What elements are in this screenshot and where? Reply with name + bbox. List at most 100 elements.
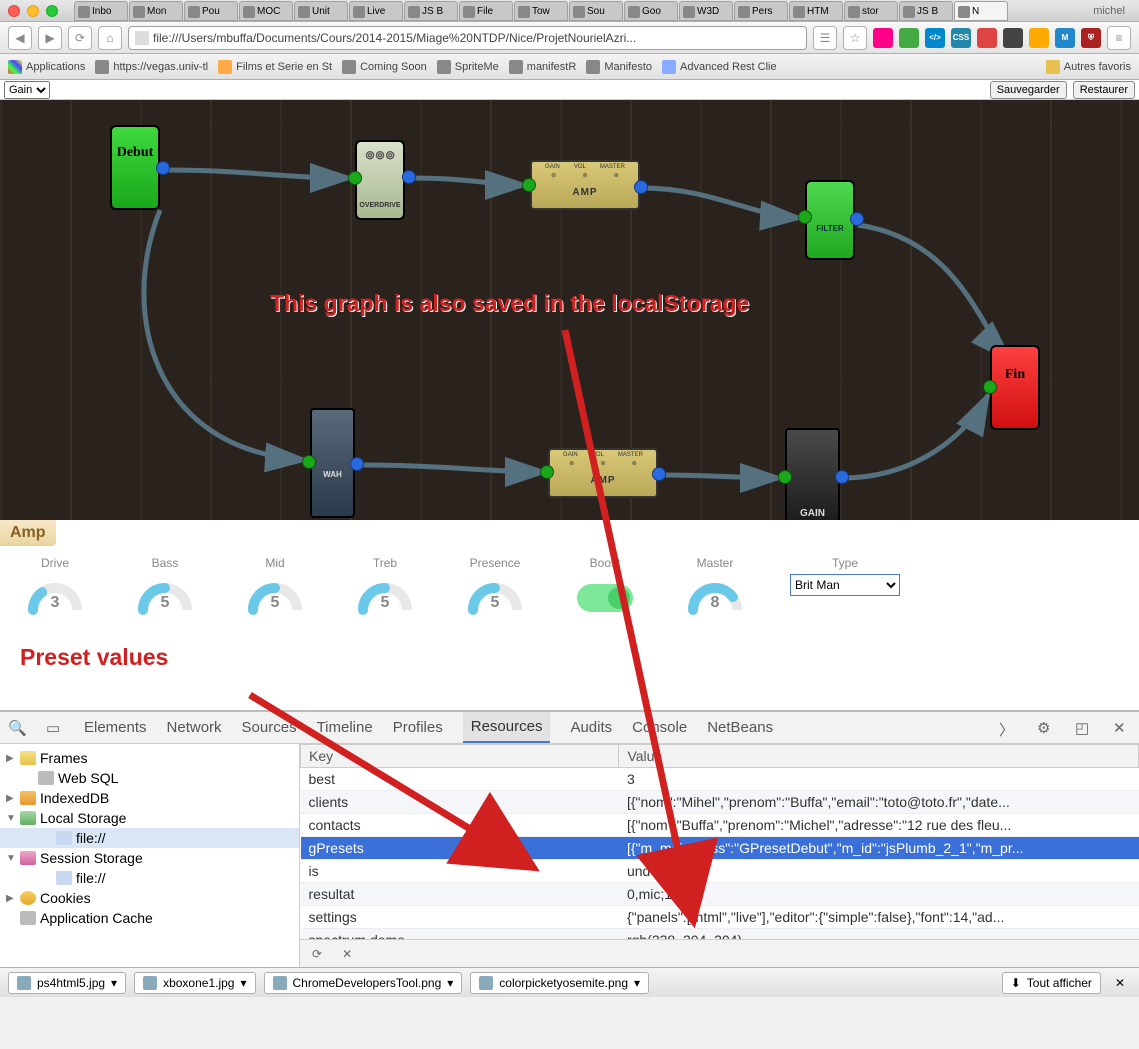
browser-tab[interactable]: Live bbox=[349, 1, 403, 21]
bookmark-item[interactable]: SpriteMe bbox=[437, 60, 499, 74]
amp-knob[interactable]: Mid 5 bbox=[240, 556, 310, 619]
reload-button[interactable]: ⟳ bbox=[68, 26, 92, 50]
maximize-icon[interactable] bbox=[46, 5, 58, 17]
amp-type-select[interactable]: Brit Man bbox=[790, 574, 900, 596]
pedal-debut[interactable]: Debut bbox=[110, 125, 160, 210]
amp-knob[interactable]: Treb 5 bbox=[350, 556, 420, 619]
device-icon[interactable]: ▭ bbox=[46, 719, 64, 737]
amp-knob[interactable]: Master 8 bbox=[680, 556, 750, 619]
home-button[interactable]: ⌂ bbox=[98, 26, 122, 50]
ext-icon[interactable]: </> bbox=[925, 28, 945, 48]
tree-item[interactable]: file:// bbox=[0, 828, 299, 848]
tree-item[interactable]: ▶Cookies bbox=[0, 888, 299, 908]
chevron-down-icon[interactable]: ▾ bbox=[240, 976, 246, 990]
profile-name[interactable]: michel bbox=[1087, 5, 1131, 17]
port-out[interactable] bbox=[850, 212, 864, 226]
table-row[interactable]: gPresets[{"m_mainClass":"GPresetDebut","… bbox=[301, 837, 1139, 860]
bookmark-item[interactable]: Manifesto bbox=[586, 60, 652, 74]
pedal-amp[interactable]: GAINVOLMASTER ⊚⊚⊚ AMP bbox=[530, 160, 640, 210]
port-out[interactable] bbox=[156, 161, 170, 175]
menu-icon[interactable]: ≡ bbox=[1107, 26, 1131, 50]
port-out[interactable] bbox=[634, 180, 648, 194]
devtools-tab[interactable]: Profiles bbox=[393, 713, 443, 742]
tree-item[interactable]: ▼Session Storage bbox=[0, 848, 299, 868]
pedal-overdrive[interactable]: OVERDRIVE bbox=[355, 140, 405, 220]
toggle-switch[interactable] bbox=[577, 584, 633, 612]
devtools-tab[interactable]: Sources bbox=[242, 713, 297, 742]
tree-item[interactable]: file:// bbox=[0, 868, 299, 888]
tree-item[interactable]: ▶IndexedDB bbox=[0, 788, 299, 808]
chevron-down-icon[interactable]: ▾ bbox=[447, 976, 453, 990]
column-key[interactable]: Key bbox=[301, 745, 619, 768]
search-icon[interactable]: 🔍 bbox=[8, 719, 26, 737]
port-out[interactable] bbox=[652, 467, 666, 481]
devtools-tab[interactable]: Audits bbox=[570, 713, 612, 742]
pedal-amp[interactable]: GAINVOLMASTER ⊚⊚⊚ AMP bbox=[548, 448, 658, 498]
ext-icon[interactable] bbox=[1029, 28, 1049, 48]
table-row[interactable]: best3 bbox=[301, 768, 1139, 791]
ext-icon[interactable] bbox=[977, 28, 997, 48]
port-in[interactable] bbox=[348, 171, 362, 185]
chevron-down-icon[interactable]: ▾ bbox=[111, 976, 117, 990]
bookmark-item[interactable]: Films et Serie en St bbox=[218, 60, 332, 74]
bookmark-item[interactable]: manifestR bbox=[509, 60, 577, 74]
table-row[interactable]: resultat0,mic;15,ttt; bbox=[301, 883, 1139, 906]
devtools-tab[interactable]: Resources bbox=[463, 712, 551, 743]
browser-tab[interactable]: Sou bbox=[569, 1, 623, 21]
chevron-down-icon[interactable]: ▾ bbox=[634, 976, 640, 990]
other-bookmarks[interactable]: Autres favoris bbox=[1046, 60, 1131, 74]
address-bar[interactable]: file:///Users/mbuffa/Documents/Cours/201… bbox=[128, 26, 807, 50]
port-out[interactable] bbox=[402, 170, 416, 184]
pedal-filter[interactable]: FILTER bbox=[805, 180, 855, 260]
restore-button[interactable]: Restaurer bbox=[1073, 81, 1135, 99]
bookmark-item[interactable]: Advanced Rest Clie bbox=[662, 60, 777, 74]
ext-icon[interactable]: CSS bbox=[951, 28, 971, 48]
back-button[interactable]: ◀ bbox=[8, 26, 32, 50]
port-in[interactable] bbox=[522, 178, 536, 192]
effect-select[interactable]: Gain bbox=[4, 81, 50, 99]
browser-tab[interactable]: Tow bbox=[514, 1, 568, 21]
browser-tab[interactable]: Goo bbox=[624, 1, 678, 21]
ext-icon[interactable] bbox=[1003, 28, 1023, 48]
browser-tab[interactable]: Unit bbox=[294, 1, 348, 21]
amp-knob[interactable]: Drive 3 bbox=[20, 556, 90, 619]
pedal-fin[interactable]: Fin bbox=[990, 345, 1040, 430]
devtools-tab[interactable]: Timeline bbox=[317, 713, 373, 742]
devtools-tab[interactable]: Network bbox=[167, 713, 222, 742]
apps-button[interactable]: Applications bbox=[8, 60, 85, 74]
reader-icon[interactable]: ☰ bbox=[813, 26, 837, 50]
download-item[interactable]: ps4html5.jpg▾ bbox=[8, 972, 126, 994]
browser-tab[interactable]: MOC bbox=[239, 1, 293, 21]
devtools-tab[interactable]: Elements bbox=[84, 713, 147, 742]
console-toggle-icon[interactable]: 〉_ bbox=[999, 719, 1017, 737]
bookmark-item[interactable]: Coming Soon bbox=[342, 60, 427, 74]
devtools-tab[interactable]: Console bbox=[632, 713, 687, 742]
port-in[interactable] bbox=[983, 380, 997, 394]
table-row[interactable]: isundefined bbox=[301, 860, 1139, 883]
ublock-icon[interactable]: ⛨ bbox=[1081, 28, 1101, 48]
table-row[interactable]: spectrum.demorgb(238, 204, 204) bbox=[301, 929, 1139, 940]
browser-tab[interactable]: N bbox=[954, 1, 1008, 21]
table-row[interactable]: clients[{"nom":"Mihel","prenom":"Buffa",… bbox=[301, 791, 1139, 814]
close-icon[interactable]: ✕ bbox=[1109, 976, 1131, 990]
ext-icon[interactable] bbox=[899, 28, 919, 48]
tree-item[interactable]: ▼Local Storage bbox=[0, 808, 299, 828]
table-row[interactable]: contacts[{"nom":"Buffa","prenom":"Michel… bbox=[301, 814, 1139, 837]
browser-tab[interactable]: HTM bbox=[789, 1, 843, 21]
amp-knob[interactable]: Presence 5 bbox=[460, 556, 530, 619]
port-out[interactable] bbox=[835, 470, 849, 484]
port-in[interactable] bbox=[540, 465, 554, 479]
boost-toggle[interactable]: Boost bbox=[570, 556, 640, 612]
localstorage-table[interactable]: Key Value best3clients[{"nom":"Mihel","p… bbox=[300, 744, 1139, 939]
dock-icon[interactable]: ◰ bbox=[1075, 719, 1093, 737]
browser-tab[interactable]: Pers bbox=[734, 1, 788, 21]
browser-tab[interactable]: stor bbox=[844, 1, 898, 21]
amp-knob[interactable]: Bass 5 bbox=[130, 556, 200, 619]
devtools-tab[interactable]: NetBeans bbox=[707, 713, 773, 742]
download-item[interactable]: colorpicketyosemite.png▾ bbox=[470, 972, 649, 994]
download-item[interactable]: xboxone1.jpg▾ bbox=[134, 972, 255, 994]
port-in[interactable] bbox=[778, 470, 792, 484]
download-item[interactable]: ChromeDevelopersTool.png▾ bbox=[264, 972, 463, 994]
browser-tab[interactable]: Inbo bbox=[74, 1, 128, 21]
close-icon[interactable] bbox=[8, 5, 20, 17]
